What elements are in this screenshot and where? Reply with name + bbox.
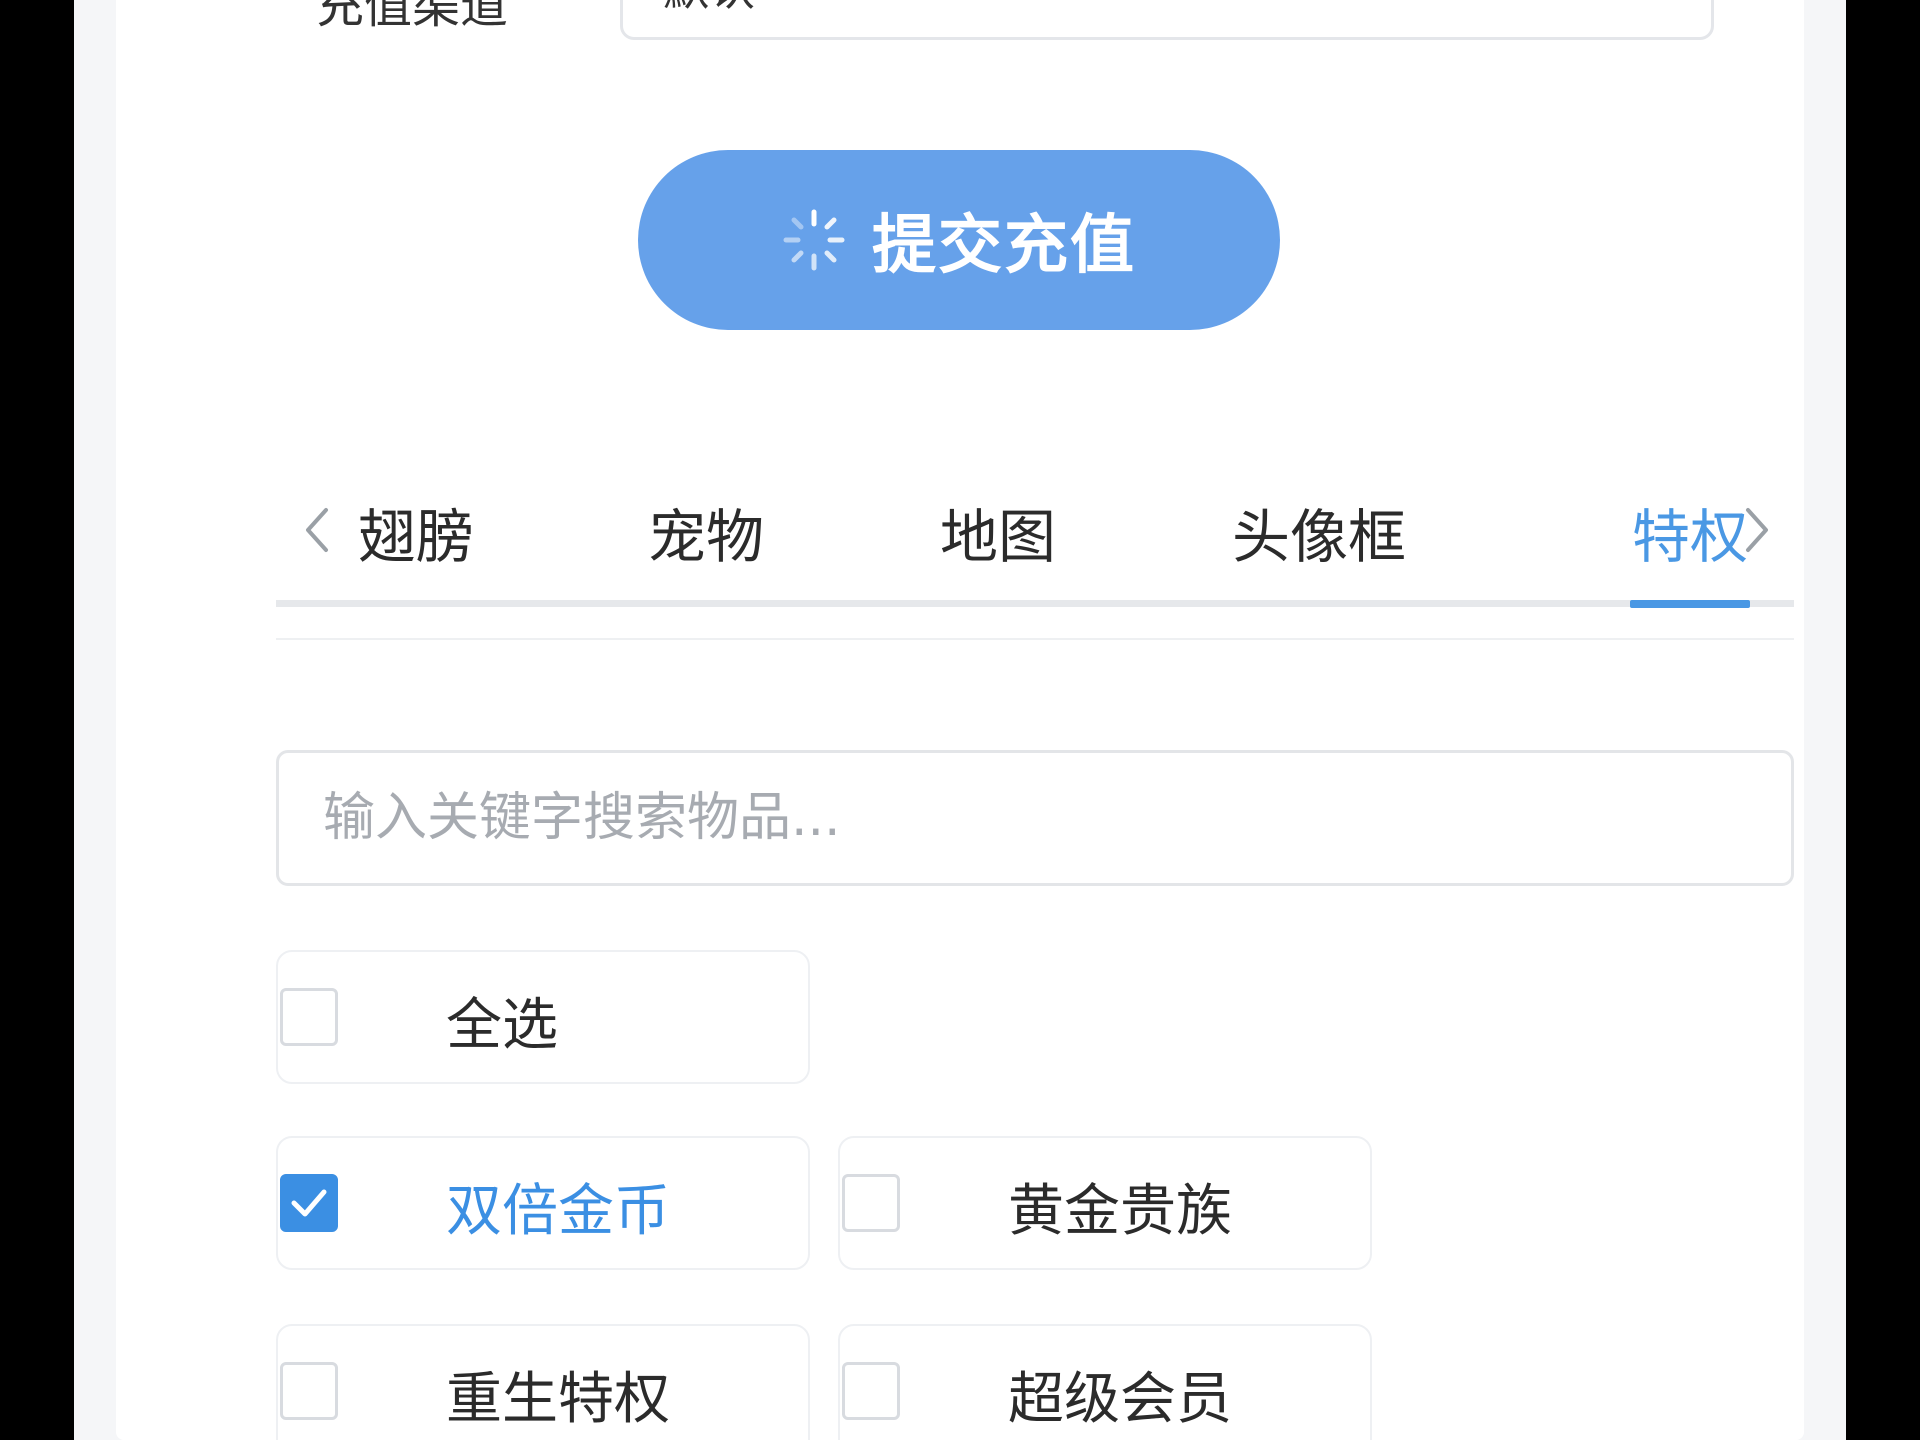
app-screen: 充值渠道 默认 提交充值 <box>74 0 1846 1440</box>
super-member-checkbox[interactable] <box>842 1362 900 1420</box>
tab-avatar-frames[interactable]: 头像框 <box>1232 490 1406 574</box>
gold-noble-checkbox[interactable] <box>842 1174 900 1232</box>
recharge-card: 充值渠道 默认 提交充值 <box>116 0 1804 1440</box>
gold-noble-label: 黄金贵族 <box>1008 1179 1232 1244</box>
rebirth-privilege-checkbox[interactable] <box>280 1362 338 1420</box>
select-all-checkbox[interactable] <box>280 988 338 1046</box>
double-coins-label: 双倍金币 <box>446 1179 670 1244</box>
tab-track <box>276 600 1794 607</box>
checkmark-icon <box>291 1189 327 1217</box>
recharge-channel-value: 默认 <box>663 0 755 19</box>
section-divider <box>276 638 1794 640</box>
item-gold-noble[interactable]: 黄金贵族 <box>838 1136 1372 1270</box>
rebirth-privilege-label: 重生特权 <box>446 1367 670 1432</box>
item-search-input[interactable] <box>276 750 1794 886</box>
select-all-label: 全选 <box>446 993 558 1058</box>
chevron-left-icon[interactable] <box>298 500 338 560</box>
super-member-label: 超级会员 <box>1008 1367 1232 1432</box>
recharge-channel-label: 充值渠道 <box>316 0 509 34</box>
submit-recharge-button[interactable]: 提交充值 <box>638 150 1280 330</box>
tab-privileges[interactable]: 特权 <box>1632 490 1748 574</box>
tab-maps[interactable]: 地图 <box>940 490 1056 574</box>
tab-wings[interactable]: 翅膀 <box>358 490 474 574</box>
loading-spinner-icon <box>783 209 845 271</box>
recharge-channel-input[interactable]: 默认 <box>620 0 1714 40</box>
active-tab-indicator <box>1630 600 1750 608</box>
double-coins-checkbox[interactable] <box>280 1174 338 1232</box>
item-double-coins[interactable]: 双倍金币 <box>276 1136 810 1270</box>
submit-recharge-label: 提交充值 <box>872 209 1136 283</box>
item-rebirth-privilege[interactable]: 重生特权 <box>276 1324 810 1440</box>
chevron-right-icon[interactable] <box>1736 500 1776 560</box>
tab-pets[interactable]: 宠物 <box>648 490 764 574</box>
select-all-option[interactable]: 全选 <box>276 950 810 1084</box>
category-tabs: 翅膀 宠物 地图 头像框 特权 <box>276 470 1794 610</box>
item-super-member[interactable]: 超级会员 <box>838 1324 1372 1440</box>
